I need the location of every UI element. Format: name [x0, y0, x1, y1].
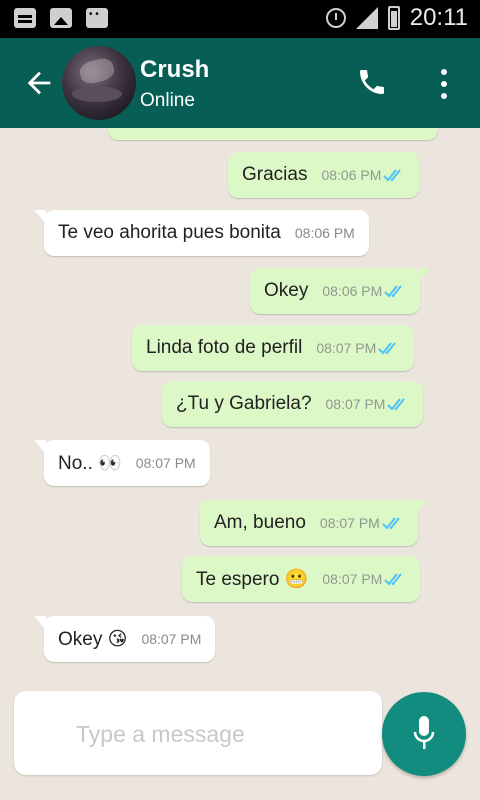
message-text: Linda foto de perfil: [146, 337, 303, 358]
phone-icon[interactable]: [356, 66, 388, 98]
message-time: 08:06 PM: [294, 225, 355, 241]
message-bubble-partial[interactable]: [108, 128, 438, 140]
message-text: Te veo ahorita pues bonita: [58, 222, 281, 243]
chat-message-list[interactable]: Gracias 08:06 PM Te veo ahorita pues bon…: [0, 128, 480, 690]
message-text: Gracias: [242, 164, 308, 185]
back-arrow-icon[interactable]: [22, 66, 56, 100]
message-text: Okey: [264, 280, 309, 301]
message-bubble-incoming[interactable]: No.. 👀 08:07 PM: [34, 440, 210, 486]
message-time: 08:07 PM: [319, 515, 380, 531]
read-ticks-icon: [382, 517, 400, 530]
chat-header: Crush Online: [0, 38, 480, 128]
message-bubble-incoming[interactable]: Okey 😘 08:07 PM: [34, 616, 216, 662]
contact-name[interactable]: Crush: [140, 56, 209, 84]
battery-icon: [387, 6, 400, 30]
message-text: No.. 👀: [58, 453, 122, 474]
status-time: 20:11: [409, 4, 468, 31]
image-notification-icon: [50, 8, 72, 28]
chat-notification-icon: [86, 8, 108, 28]
read-ticks-icon: [383, 169, 402, 182]
read-ticks-icon: [378, 342, 397, 355]
read-ticks-icon: [384, 285, 403, 298]
read-ticks-icon: [387, 398, 406, 411]
message-notification-icon: [14, 8, 36, 28]
message-bubble-incoming[interactable]: Te veo ahorita pues bonita 08:06 PM: [34, 210, 369, 256]
signal-icon: [355, 7, 378, 29]
message-composer: [14, 691, 382, 775]
message-bubble-outgoing[interactable]: Am, bueno 08:07 PM: [200, 500, 428, 546]
message-text: Te espero 😬: [196, 569, 309, 590]
alarm-icon: [325, 8, 346, 28]
message-time: 08:07 PM: [141, 631, 202, 647]
message-time: 08:07 PM: [322, 571, 383, 587]
message-text: ¿Tu y Gabriela?: [176, 393, 312, 414]
voice-record-button[interactable]: [382, 692, 466, 776]
message-time: 08:07 PM: [316, 340, 377, 356]
message-time: 08:07 PM: [325, 396, 386, 412]
message-bubble-outgoing[interactable]: Gracias 08:06 PM: [228, 152, 420, 198]
message-text: Okey 😘: [58, 628, 128, 650]
status-bar: 20:11: [0, 0, 480, 38]
message-bubble-outgoing[interactable]: Linda foto de perfil 08:07 PM: [132, 325, 415, 371]
contact-avatar[interactable]: [62, 46, 136, 120]
read-ticks-icon: [384, 573, 403, 586]
message-time: 08:07 PM: [135, 455, 196, 471]
message-bubble-outgoing[interactable]: Okey 08:06 PM: [250, 268, 431, 314]
message-text: Am, bueno: [214, 512, 306, 533]
message-time: 08:06 PM: [321, 167, 382, 183]
message-input[interactable]: [74, 713, 368, 755]
contact-status: Online: [140, 90, 195, 111]
message-bubble-outgoing[interactable]: Te espero 😬 08:07 PM: [182, 556, 421, 602]
message-bubble-outgoing[interactable]: ¿Tu y Gabriela? 08:07 PM: [162, 381, 424, 427]
microphone-icon: [413, 716, 435, 749]
more-options-icon[interactable]: [434, 66, 454, 100]
message-time: 08:06 PM: [322, 283, 383, 299]
